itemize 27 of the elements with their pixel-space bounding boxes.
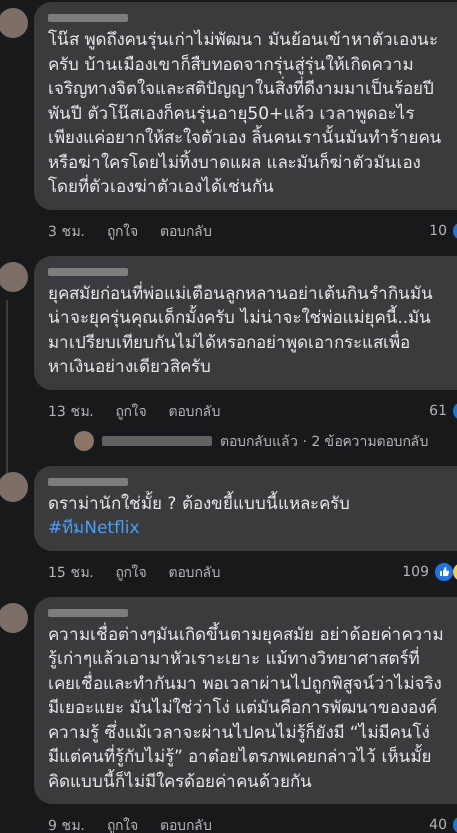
reply-link[interactable]: ตอบกลับ	[160, 814, 212, 833]
comment-time: 13 ชม.	[48, 402, 94, 422]
comment-time: 3 ชม.	[48, 222, 85, 242]
blurred-avatar	[74, 430, 94, 450]
comment-time: 9 ชม.	[48, 817, 85, 833]
reaction-count: 10	[429, 222, 447, 238]
view-replies-link[interactable]: ตอบกลับแล้ว · 2 ข้อความตอบกลับ	[220, 430, 429, 452]
comment-text: ยุคสมัยก่อนที่พ่อแม่เตือนลูกหลานอย่าเต้นกินรำกินมันน่าจะยุครุ่นคุณเด็กมั้งครับ ไม่น่าจะใช่พ่อแม่ยุคนี้..มันมาเปรียบเทียบกันไม่ได้หรอกอย่าพูดเอากระแสเพื่อหาเงินอย่างเดียวสิครับ	[48, 282, 434, 379]
reaction-count: 109	[402, 564, 429, 580]
reply-link[interactable]: ตอบกลับ	[168, 560, 221, 582]
reaction-count: 61	[429, 402, 447, 418]
comment-text: โน๊ส พูดถึงคนรุ่นเก่าไม่พัฒนา มันย้อนเข้าหาตัวเองนะครับ บ้านเมืองเขาก็สืบทอดจากรุ่นสู่รุ่นให้เกิดความเจริญทางจิตใจและสติปัญญาในสิ่งที่ดีงามมาเป็นร้อยปีพันปี ตัวโน๊สเองก็คนรุ่นอายุ50+แล้ว เวลาพูดอะไร เพียงแค่อยากให้สะใจตัวเอง ลิ้นคนเรานั้นมันทำร้ายคนหรือฆ่าใครโดยไม่ทิ้งบาดแผล และมันก็ฆ่าตัวมันเองโดยที่ตัวเองฆ่าตัวเองได้เช่นกัน	[48, 28, 442, 199]
reaction-count: 40	[429, 817, 447, 833]
blurred-avatar[interactable]	[0, 8, 28, 38]
hashtag-link[interactable]: #ทีมNetflix	[48, 518, 140, 538]
like-link[interactable]: ถูกใจ	[116, 560, 147, 582]
like-link[interactable]: ถูกใจ	[106, 220, 138, 242]
comment-text: ดราม่านักใช่มั้ย ? ต้องขยี้แบบนี้แหละครับ #ทีมNetflix	[48, 492, 445, 540]
blurred-avatar[interactable]	[0, 602, 28, 632]
reply-link[interactable]: ตอบกลับ	[160, 220, 212, 242]
reply-link[interactable]: ตอบกลับ	[168, 400, 221, 422]
blurred-avatar[interactable]	[0, 262, 28, 292]
comment-time: 15 ชม.	[48, 564, 94, 582]
blurred-avatar[interactable]	[0, 472, 28, 502]
like-link[interactable]: ถูกใจ	[116, 400, 147, 422]
thumbs-up-icon	[435, 562, 453, 580]
comment-text: ความเชื่อต่างๆมันเกิดขึ้นตามยุคสมัย อย่าด้อยค่าความรู้เก่าๆแล้วเอามาหัวเราะเยาะ แม้ทางวิทยาศาสตร์ที่เคยเชื่อและทำกันมา พอเวลาผ่านไปถูกพิสูจน์ว่าไม่จริงมีเยอะแยะ มันไม่ใช่ว่าโง่ แต่มันคือการพัฒนาขององค์ความรู้ ซึ่งแม้เวลาจะผ่านไปคนไม่รู้ก็ยังมี “ไม่มีคนโง่ มีแต่คนที่รู้กับไม่รู้” อาต๋อยไตรภพเคยกล่าวไว้ เห็นมั้ย คิดแบบนี้ก็ไม่มีใครด้อยค่าคนด้วยกัน	[48, 622, 445, 794]
